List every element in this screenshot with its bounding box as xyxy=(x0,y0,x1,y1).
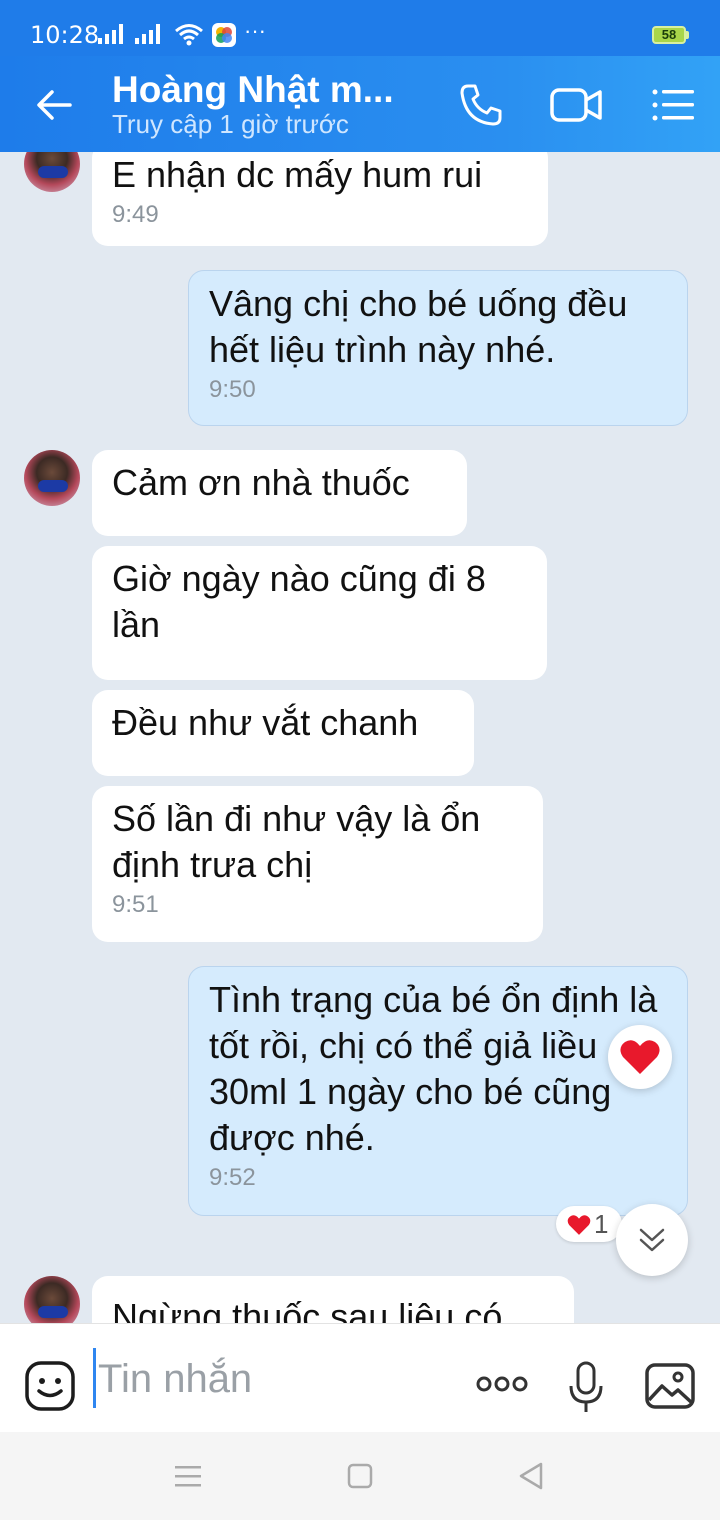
menu-list-icon xyxy=(652,89,694,121)
message-text: Số lần đi như vậy là ổn định trưa chị xyxy=(112,798,481,885)
back-button[interactable] xyxy=(30,80,80,130)
home-button[interactable] xyxy=(346,1462,374,1490)
sticker-icon xyxy=(25,1361,75,1411)
system-nav-bar xyxy=(0,1432,720,1520)
double-chevron-down-icon xyxy=(639,1228,665,1252)
heart-icon xyxy=(620,1040,660,1074)
signal-icon xyxy=(98,24,123,44)
message-text: Giờ ngày nào cũng đi 8 lần xyxy=(112,558,486,645)
message-composer xyxy=(0,1323,720,1432)
avatar[interactable] xyxy=(24,152,80,192)
message-text: Vâng chị cho bé uống đều hết liệu trình … xyxy=(209,283,628,370)
scroll-to-bottom-button[interactable] xyxy=(616,1204,688,1276)
triangle-back-icon xyxy=(519,1462,543,1490)
battery-icon: 58 xyxy=(652,26,686,44)
message-bubble-incoming[interactable]: Ngừng thuốc sau liệu có xyxy=(92,1276,574,1323)
avatar[interactable] xyxy=(24,450,80,506)
more-dots-icon xyxy=(476,1376,528,1392)
send-image-button[interactable] xyxy=(644,1362,696,1410)
contact-name[interactable]: Hoàng Nhật m... xyxy=(112,68,394,112)
wifi-icon xyxy=(175,24,203,46)
message-bubble-incoming[interactable]: Số lần đi như vậy là ổn định trưa chị 9:… xyxy=(92,786,543,942)
image-gallery-icon xyxy=(645,1363,695,1409)
message-bubble-outgoing[interactable]: Tình trạng của bé ổn định là tốt rồi, ch… xyxy=(188,966,688,1216)
status-bar: 10:28 ··· 58 xyxy=(0,0,720,56)
message-bubble-incoming[interactable]: Giờ ngày nào cũng đi 8 lần xyxy=(92,546,547,680)
reaction-summary[interactable]: 1 xyxy=(556,1206,622,1242)
overflow-dots: ··· xyxy=(244,18,266,43)
back-arrow-icon xyxy=(37,90,72,120)
microphone-icon xyxy=(569,1361,603,1412)
voice-message-button[interactable] xyxy=(566,1360,606,1416)
message-time: 9:50 xyxy=(209,376,256,403)
battery-level: 58 xyxy=(661,27,677,42)
message-text: Ngừng thuốc sau liệu có xyxy=(112,1296,503,1323)
recent-apps-button[interactable] xyxy=(172,1462,204,1490)
chat-options-button[interactable] xyxy=(648,80,698,130)
text-cursor xyxy=(93,1348,96,1408)
more-options-button[interactable] xyxy=(474,1368,530,1400)
video-call-icon xyxy=(550,88,602,122)
message-text: Đều như vắt chanh xyxy=(112,702,419,743)
heart-icon xyxy=(567,1215,591,1235)
avatar[interactable] xyxy=(24,1276,80,1323)
message-text: E nhận dc mấy hum rui xyxy=(112,154,483,195)
last-seen-status: Truy cập 1 giờ trước xyxy=(112,109,349,139)
message-bubble-outgoing[interactable]: Vâng chị cho bé uống đều hết liệu trình … xyxy=(188,270,688,426)
message-time: 9:51 xyxy=(112,891,159,918)
chat-header: Hoàng Nhật m... Truy cập 1 giờ trước xyxy=(0,56,720,152)
emoji-button[interactable] xyxy=(24,1360,76,1412)
system-back-button[interactable] xyxy=(516,1460,546,1492)
message-bubble-incoming[interactable]: E nhận dc mấy hum rui 9:49 xyxy=(92,152,548,246)
signal-icon xyxy=(135,24,160,44)
message-time: 9:49 xyxy=(112,201,159,228)
video-call-button[interactable] xyxy=(548,80,606,130)
message-bubble-incoming[interactable]: Đều như vắt chanh xyxy=(92,690,474,776)
status-time: 10:28 xyxy=(30,21,100,49)
message-text: Tình trạng của bé ổn định là tốt rồi, ch… xyxy=(209,979,658,1158)
add-reaction-button[interactable] xyxy=(608,1025,672,1089)
message-text: Cảm ơn nhà thuốc xyxy=(112,462,410,503)
square-home-icon xyxy=(347,1463,373,1489)
message-time: 9:52 xyxy=(209,1164,256,1191)
battery-tip xyxy=(686,31,689,39)
message-bubble-incoming[interactable]: Cảm ơn nhà thuốc xyxy=(92,450,467,536)
voice-call-button[interactable] xyxy=(456,80,506,130)
app-notification-icon xyxy=(212,23,236,47)
phone-call-icon xyxy=(460,84,502,126)
message-input[interactable] xyxy=(98,1354,458,1404)
menu-icon xyxy=(175,1466,201,1487)
message-list[interactable]: E nhận dc mấy hum rui 9:49 Vâng chị cho … xyxy=(0,152,720,1323)
reaction-count: 1 xyxy=(594,1209,609,1239)
